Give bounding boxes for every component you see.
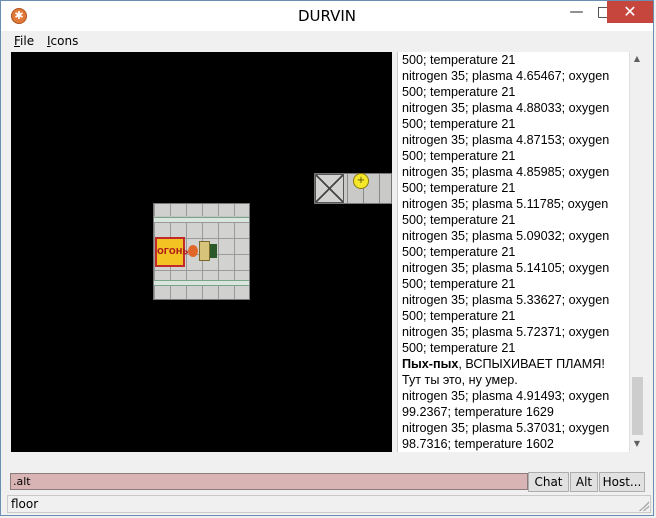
chat-line: nitrogen 35; plasma 4.91493; oxygen [402,388,630,404]
host-button[interactable]: Host... [599,472,645,492]
chat-line: 500; temperature 21 [402,180,630,196]
chat-line-text: nitrogen 35; plasma 4.65467; oxygen [402,69,610,83]
chat-line: nitrogen 35; plasma 5.09032; oxygen [402,228,630,244]
status-bar: floor [7,495,651,513]
chat-line: Пых-пых, ВСПЫХИВАЕТ ПЛАМЯ! [402,356,630,372]
chat-line-text: 500; temperature 21 [402,149,516,163]
chat-line-text: nitrogen 35; plasma 4.85985; oxygen [402,165,610,179]
chat-line-text: nitrogen 35; plasma 5.37031; oxygen [402,421,610,435]
chat-line-text: 500; temperature 21 [402,245,516,259]
chat-line: Тут ты это, ну умер. [402,372,630,388]
chat-line-text: nitrogen 35; plasma 4.91493; oxygen [402,389,610,403]
chat-line: 500; temperature 21 [402,212,630,228]
fire-sign[interactable]: ОГОНЬ [155,237,189,267]
chat-line-text: 500; temperature 21 [402,181,516,195]
chat-lines: 500; temperature 21 nitrogen 35; plasma 4… [402,52,630,452]
chat-line: 500; temperature 21 [402,52,630,68]
game-map[interactable]: ОГОНЬ + [11,52,392,452]
chat-button[interactable]: Chat [528,472,569,492]
chat-line-text: 500; temperature 21 [402,277,516,291]
window-title: DURVIN [297,7,357,25]
chat-line-text: Тут ты это, ну умер. [402,373,518,387]
chat-line: 500; temperature 21 [402,244,630,260]
chat-line: 99.2367; temperature 1629 [402,404,630,420]
chat-line-text: nitrogen 35; plasma 4.88033; oxygen [402,101,610,115]
menu-file-label: ile [20,34,35,48]
chat-line: 500; temperature 21 [402,308,630,324]
chat-line: nitrogen 35; plasma 4.65467; oxygen [402,68,630,84]
scroll-up-icon[interactable]: ▲ [632,53,642,65]
scroll-thumb[interactable] [632,377,643,435]
fire-icon [188,245,198,257]
chat-line-text: nitrogen 35; plasma 5.33627; oxygen [402,293,610,307]
chat-output[interactable]: 500; temperature 21 nitrogen 35; plasma 4… [397,52,645,452]
chat-line-text: nitrogen 35; plasma 4.87153; oxygen [402,133,610,147]
menu-icons-label: cons [50,34,79,48]
main-window: ✱ DURVIN — □ ✕ File Icons ОГОНЬ + 500; t… [0,0,654,516]
chat-line-text: nitrogen 35; plasma 5.09032; oxygen [402,229,610,243]
chat-line: nitrogen 35; plasma 5.72371; oxygen [402,324,630,340]
chat-line: nitrogen 35; plasma 5.37031; oxygen [402,420,630,436]
chat-line: 500; temperature 21 [402,340,630,356]
command-input[interactable]: .alt [10,473,528,490]
scroll-down-icon[interactable]: ▼ [632,438,642,450]
chat-line-text: 500; temperature 21 [402,309,516,323]
chat-line: 500; temperature 21 [402,276,630,292]
menu-file[interactable]: File [14,34,34,48]
wall-bottom [154,286,249,299]
close-button[interactable]: ✕ [607,1,653,23]
crate-icon[interactable] [315,174,344,203]
alt-button[interactable]: Alt [570,472,598,492]
chat-line: nitrogen 35; plasma 4.87153; oxygen [402,132,630,148]
light-bulb-icon[interactable]: + [353,173,369,189]
chat-line-text: nitrogen 35; plasma 5.14105; oxygen [402,261,610,275]
resize-grip-icon[interactable] [639,501,649,511]
chat-line-text: 98.7316; temperature 1602 [402,437,554,451]
chat-line: nitrogen 35; plasma 5.33627; oxygen [402,292,630,308]
chat-speaker: Пых-пых [402,357,459,371]
minimize-button[interactable]: — [563,1,590,23]
chat-line-text: 99.2367; temperature 1629 [402,405,554,419]
chat-line-text: nitrogen 35; plasma 5.72371; oxygen [402,325,610,339]
chat-line-text: 500; temperature 21 [402,117,516,131]
chat-line-text: 500; temperature 21 [402,213,516,227]
chat-scrollbar[interactable]: ▲ ▼ [629,52,645,452]
chat-line: 500; temperature 21 [402,116,630,132]
chat-line: 500; temperature 21 [402,148,630,164]
menu-icons[interactable]: Icons [47,34,78,48]
wall-top [154,204,249,216]
menu-bar: File Icons [1,32,653,51]
chat-line: nitrogen 35; plasma 5.11785; oxygen [402,196,630,212]
player-character[interactable] [199,241,210,261]
chat-line: nitrogen 35; plasma 5.14105; oxygen [402,260,630,276]
chat-line-text: 500; temperature 21 [402,341,516,355]
chat-line: nitrogen 35; plasma 4.85985; oxygen [402,164,630,180]
machine-icon [210,244,217,258]
title-bar[interactable]: ✱ DURVIN — □ ✕ [1,1,653,31]
chat-line: 98.7316; temperature 1602 [402,436,630,452]
chat-line-text: 500; temperature 21 [402,53,516,67]
chat-line-text: nitrogen 35; plasma 5.11785; oxygen [402,197,609,211]
chat-line-text: , ВСПЫХИВАЕТ ПЛАМЯ! [458,357,605,371]
chat-line: nitrogen 35; plasma 4.88033; oxygen [402,100,630,116]
chat-line-text: 500; temperature 21 [402,85,516,99]
chat-line: 500; temperature 21 [402,84,630,100]
